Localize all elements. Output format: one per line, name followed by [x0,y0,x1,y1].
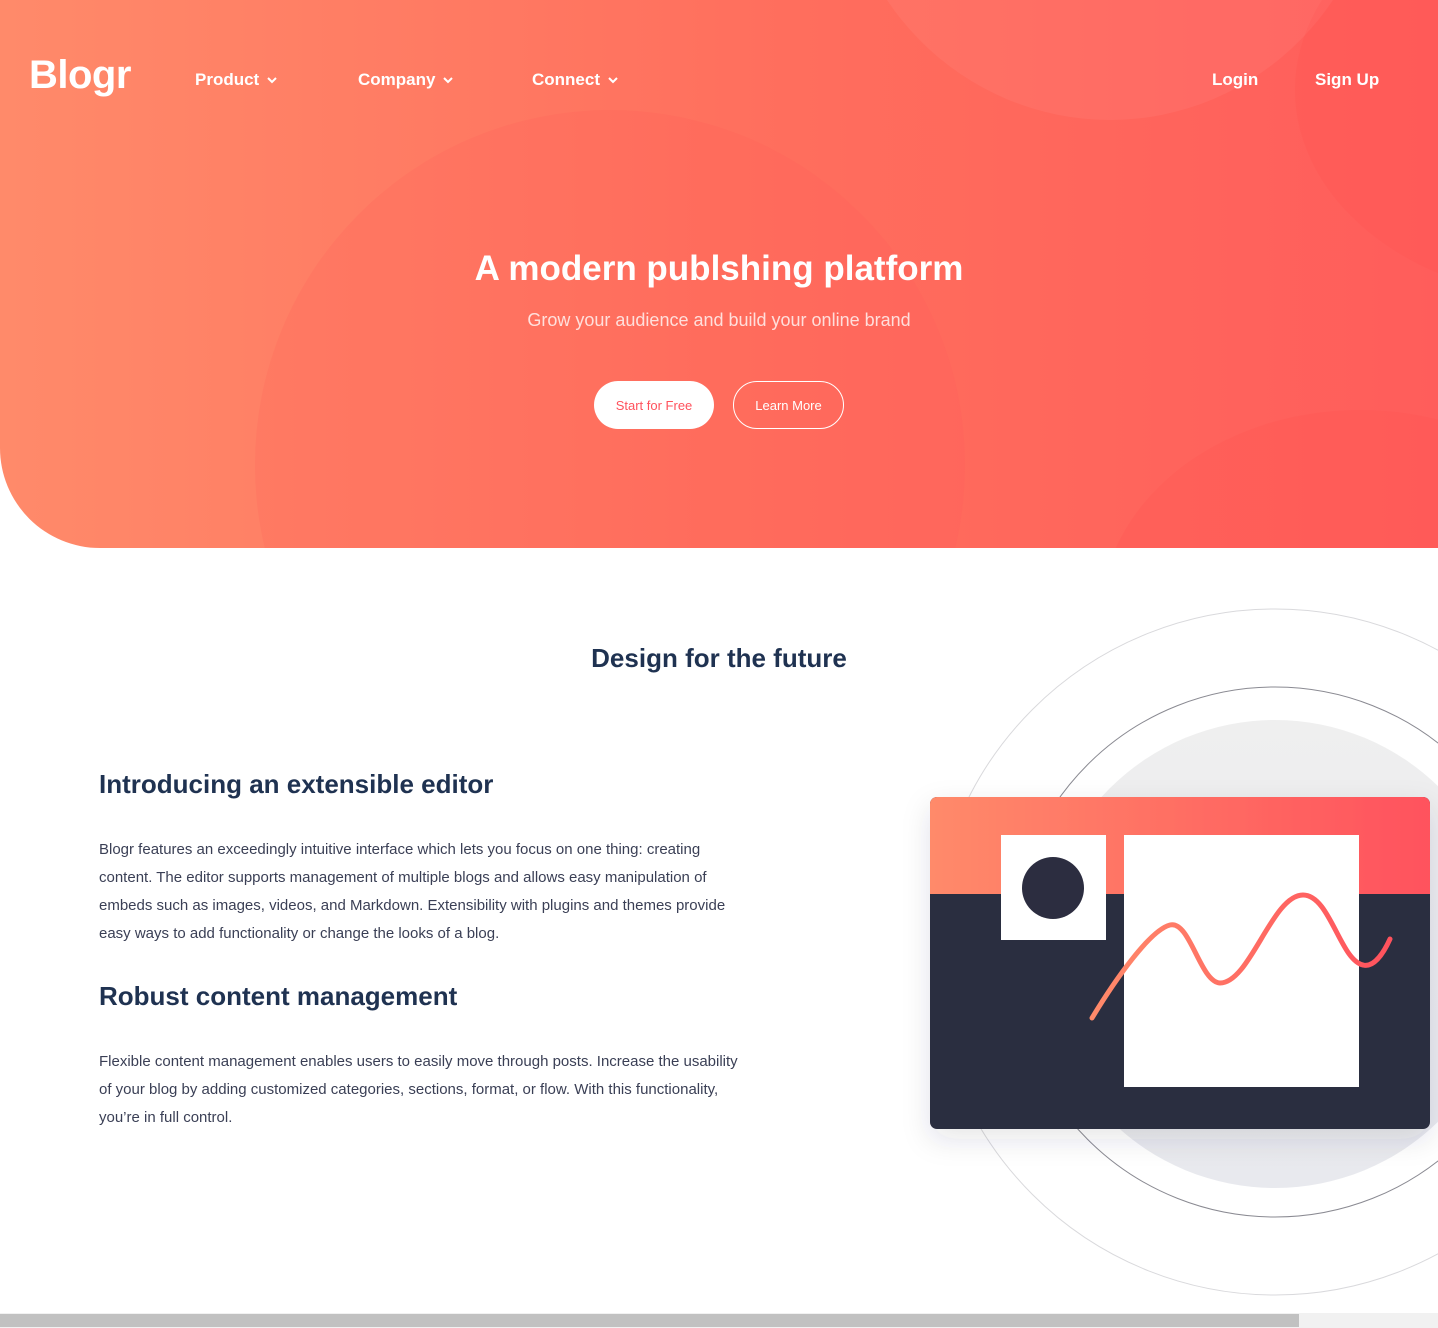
horizontal-scrollbar-thumb[interactable] [0,1314,1299,1327]
login-link[interactable]: Login [1212,68,1258,92]
hero-background-shape [1100,410,1438,548]
document-card [1124,835,1359,1087]
hero-background-shape [840,0,1380,120]
hero-section: Blogr Product Company Connect Login Sign… [0,0,1438,548]
hero-title: A modern publshing platform [474,249,964,288]
feature-text-content: Flexible content management enables user… [99,1053,738,1126]
nav-item-label: Company [358,70,436,89]
feature-heading-content: Robust content management [99,981,458,1011]
nav-item-connect[interactable]: Connect [532,68,618,92]
chevron-down-icon [443,76,454,83]
chevron-down-icon [608,76,618,83]
nav-item-label: Product [195,70,260,89]
feature-heading-editor: Introducing an extensible editor [99,769,494,799]
hero-subtitle: Grow your audience and build your online… [527,310,911,330]
nav-item-label: Connect [532,70,600,89]
brand-logo[interactable]: Blogr [29,51,131,99]
avatar-icon [1022,857,1084,919]
editor-illustration [930,608,1438,1296]
chevron-down-icon [267,76,277,83]
feature-text-editor: Blogr features an exceedingly intuitive … [99,841,726,942]
nav-item-company[interactable]: Company [358,68,454,92]
signup-link[interactable]: Sign Up [1315,68,1379,92]
nav-item-product[interactable]: Product [195,68,277,92]
learn-more-button[interactable]: Learn More [733,381,844,429]
start-for-free-button[interactable]: Start for Free [594,381,714,429]
